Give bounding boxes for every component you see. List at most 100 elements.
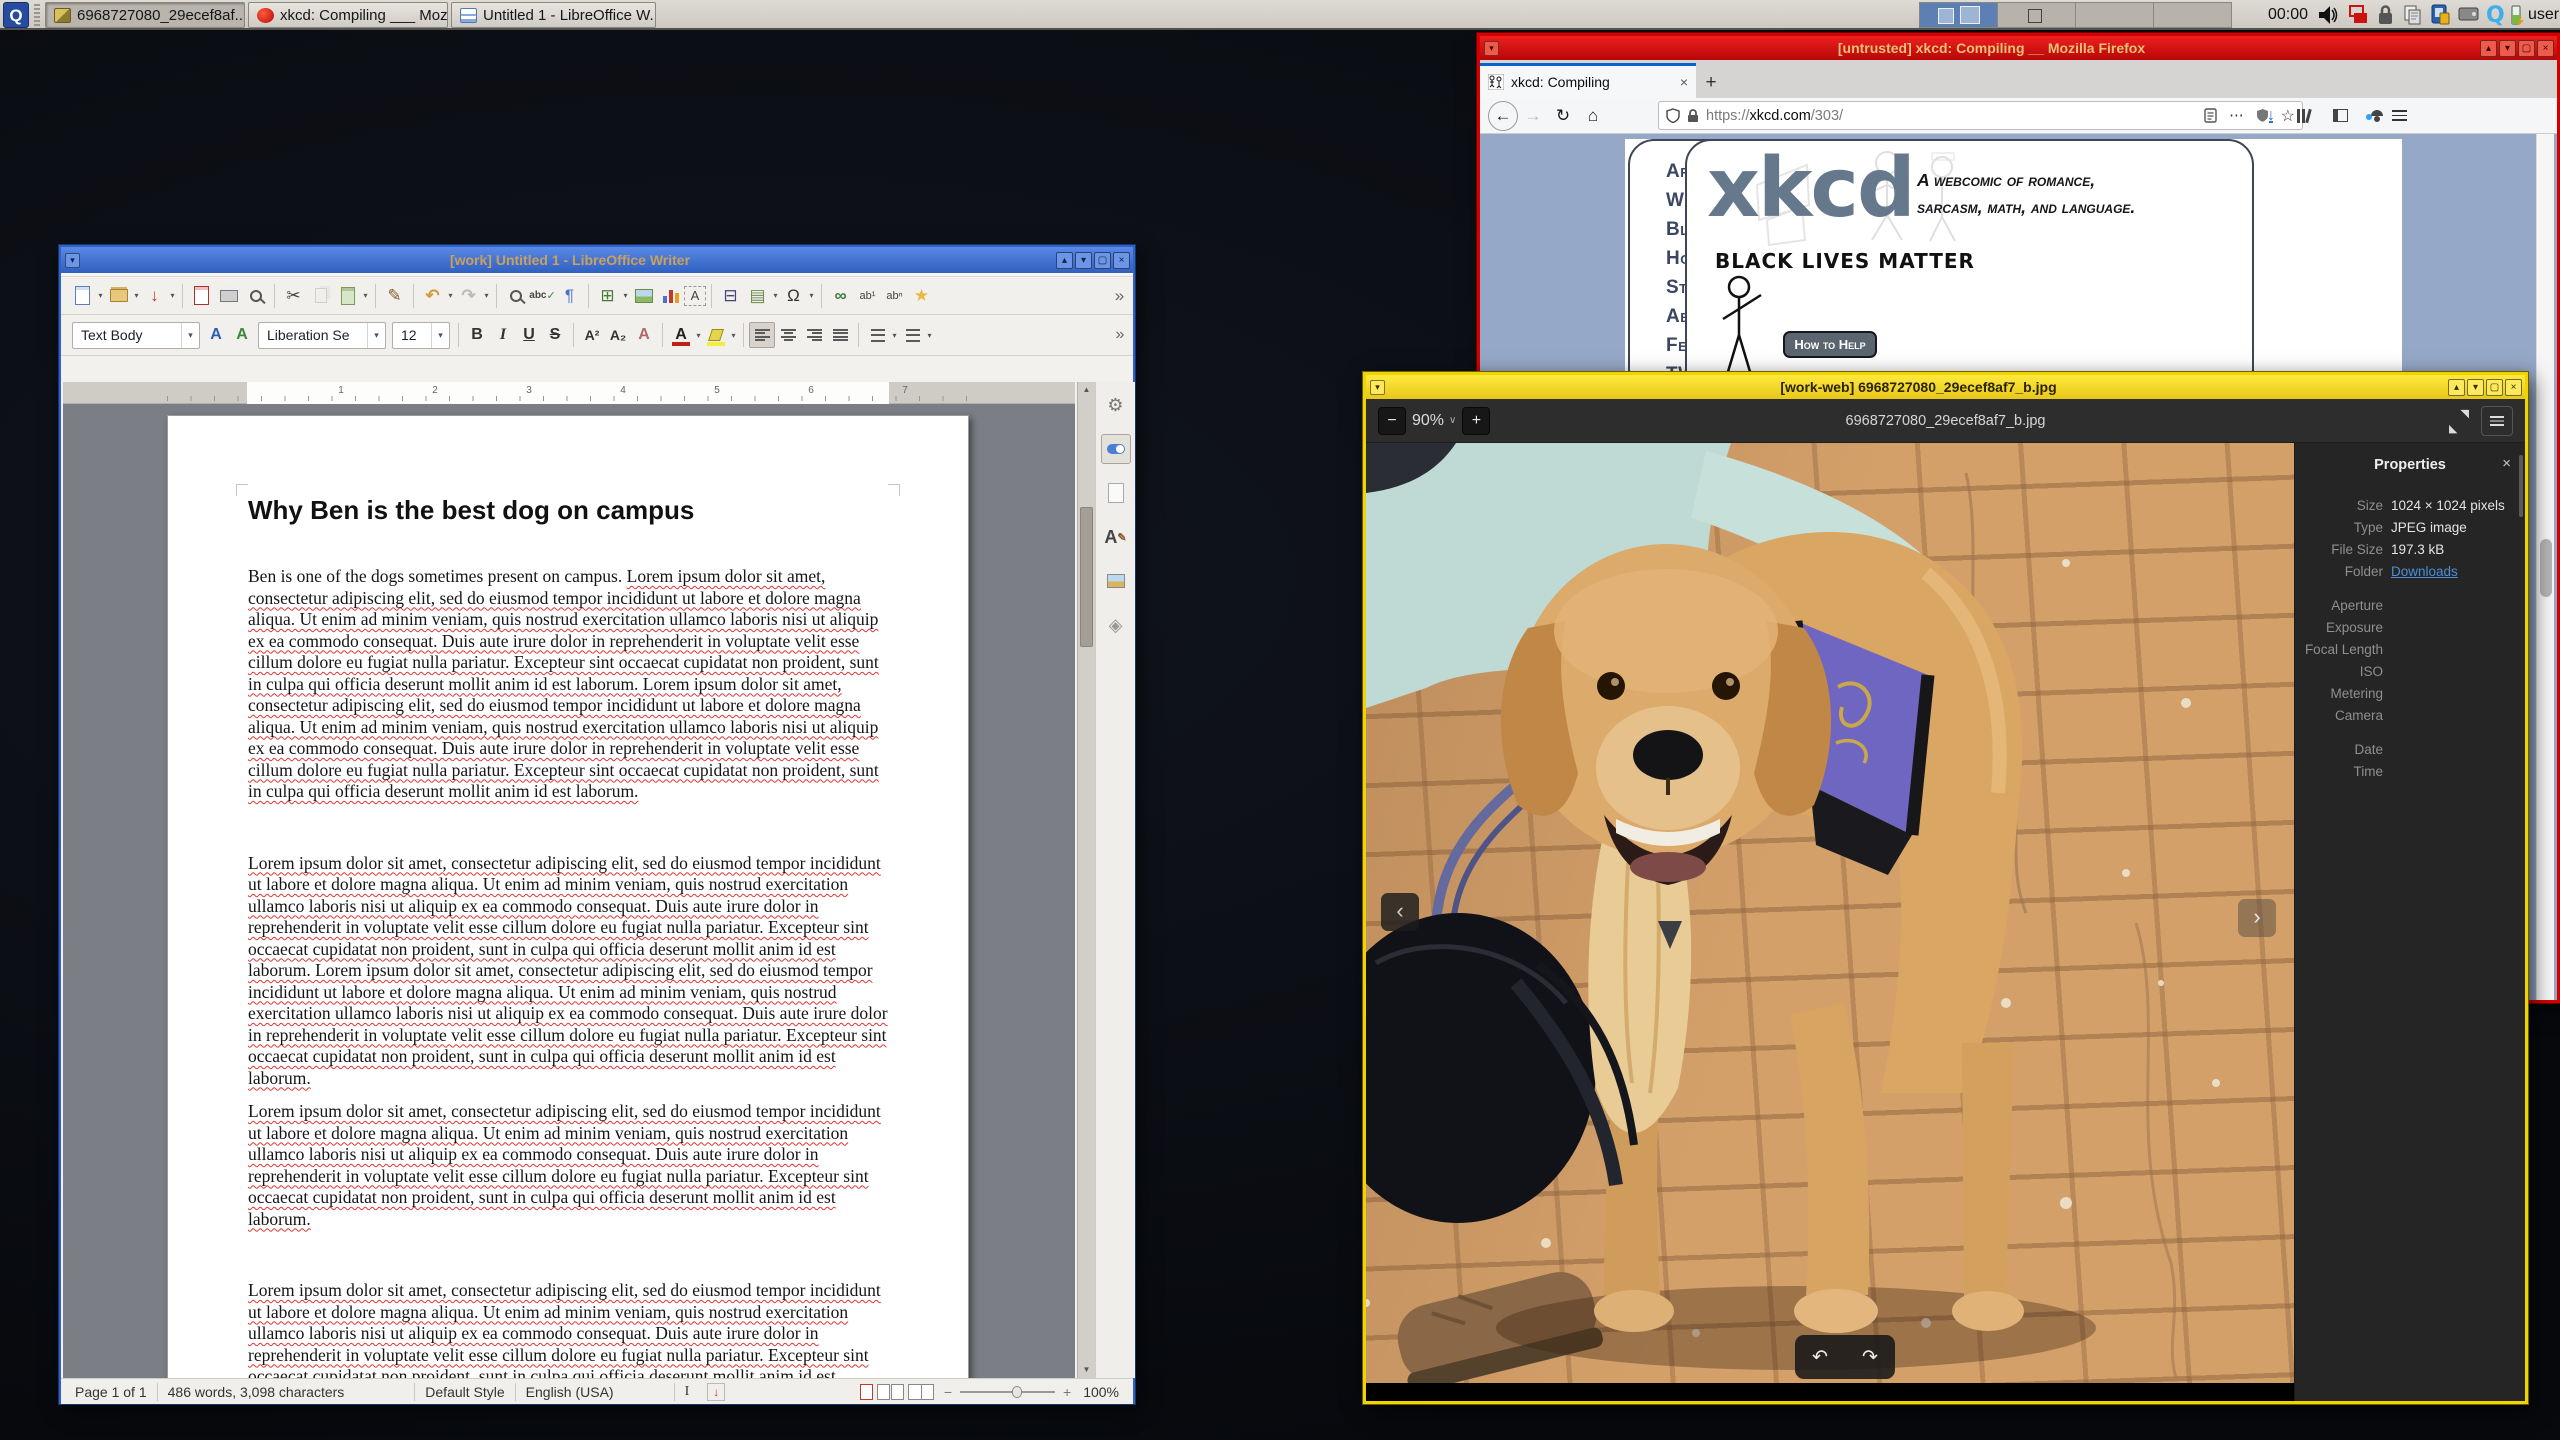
viewer-menu-button[interactable] (2481, 405, 2513, 436)
numbered-list-button[interactable] (899, 322, 925, 348)
home-button[interactable]: ⌂ (1578, 101, 1608, 131)
sidebar-navigator-icon[interactable]: ◈ (1101, 610, 1131, 640)
font-name-combo[interactable]: Liberation Se ▾ (258, 321, 386, 349)
page-count[interactable]: Page 1 of 1 (75, 1384, 147, 1400)
hyperlink-button[interactable]: ∞ (827, 282, 854, 310)
downloads-link[interactable]: Downloads (2391, 561, 2458, 583)
firefox-titlebar[interactable]: ▾ [untrusted] xkcd: Compiling __ Mozilla… (1480, 36, 2557, 60)
word-count[interactable]: 486 words, 3,098 characters (168, 1384, 345, 1400)
single-page-view-icon[interactable] (859, 1383, 873, 1400)
text-language[interactable]: English (USA) (526, 1384, 614, 1400)
maximize-button[interactable]: ▢ (2486, 378, 2503, 396)
reload-button[interactable]: ↻ (1548, 101, 1578, 131)
justify-button[interactable] (827, 322, 853, 348)
window-menu-icon[interactable]: ▾ (1370, 379, 1385, 395)
align-center-button[interactable] (775, 322, 801, 348)
new-document-button[interactable] (69, 282, 96, 310)
url-bar[interactable]: https://xkcd.com/303/ ⋯ ☆ (1658, 101, 2303, 130)
insert-mode-indicator[interactable]: I (685, 1384, 690, 1400)
hamburger-menu-icon[interactable] (2392, 110, 2407, 121)
page-style[interactable]: Default Style (425, 1384, 504, 1400)
sidebars-icon[interactable] (2333, 109, 2348, 122)
workspace-4[interactable] (2153, 2, 2232, 28)
taskbar-window-libreoffice[interactable]: Untitled 1 - LibreOffice W... (451, 2, 656, 28)
taskbar-window-firefox[interactable]: xkcd: Compiling ___ Moz... (248, 2, 448, 28)
export-pdf-button[interactable] (188, 282, 215, 310)
close-button[interactable]: × (2537, 39, 2554, 57)
save-button[interactable]: ↓ (141, 282, 168, 310)
how-to-help-button[interactable]: How to Help (1783, 331, 1877, 358)
open-button[interactable] (105, 282, 132, 310)
photo-dog[interactable]: ‹ › ↶ ↷ (1366, 443, 2294, 1383)
firefox-scrollbar[interactable] (2536, 134, 2554, 1000)
print-preview-button[interactable] (242, 282, 269, 310)
shade-button[interactable]: ▴ (2480, 39, 2497, 57)
undo-button[interactable]: ↶ (419, 282, 446, 310)
clock[interactable]: 00:00 (2268, 0, 2308, 30)
downloads-icon[interactable]: ↓ (2267, 107, 2275, 125)
rotate-left-button[interactable]: ↶ (1812, 1346, 1828, 1369)
bullet-list-button[interactable] (864, 322, 890, 348)
align-left-button[interactable] (749, 322, 775, 348)
fullscreen-icon[interactable] (2449, 407, 2469, 435)
workspace-2[interactable] (1997, 2, 2076, 28)
page-actions-icon[interactable]: ⋯ (2229, 108, 2244, 124)
insert-chart-button[interactable] (657, 282, 684, 310)
zoom-level-dropdown[interactable]: 90% ∨ (1412, 412, 1456, 430)
scrollbar-thumb[interactable] (2540, 539, 2552, 597)
sidebar-settings-gear-icon[interactable]: ⚙ (1101, 390, 1131, 420)
tab-close-icon[interactable]: × (1680, 74, 1688, 90)
clear-formatting-button[interactable]: A (631, 322, 657, 348)
underline-button[interactable]: U (516, 322, 542, 348)
horizontal-ruler[interactable]: 1 2 3 4 5 6 7 (63, 382, 1075, 404)
highlight-color-button[interactable] (703, 322, 729, 348)
viewer-titlebar[interactable]: ▾ [work-web] 6968727080_29ecef8af7_b.jpg… (1366, 375, 2525, 399)
workspace-1[interactable] (1919, 2, 1998, 28)
insert-textbox-button[interactable]: A (684, 285, 706, 306)
volume-icon[interactable] (2318, 5, 2340, 25)
battery-icon[interactable] (2508, 3, 2524, 27)
unsaved-changes-icon[interactable]: ↓ (707, 1382, 726, 1401)
writer-titlebar[interactable]: ▾ [work] Untitled 1 - LibreOffice Writer… (61, 247, 1133, 273)
zoom-percent[interactable]: 100% (1083, 1384, 1119, 1400)
scroll-down-icon[interactable]: ▼ (1078, 1362, 1095, 1378)
align-right-button[interactable] (801, 322, 827, 348)
forward-button[interactable]: → (1518, 101, 1548, 131)
clone-formatting-button[interactable]: ✎ (381, 282, 408, 310)
sidebar-page-icon[interactable] (1101, 478, 1131, 508)
properties-close-icon[interactable]: × (2502, 455, 2511, 472)
insert-table-button[interactable]: ⊞ (594, 282, 621, 310)
sidebar-gallery-icon[interactable] (1101, 566, 1131, 596)
subscript-button[interactable]: A₂ (605, 322, 631, 348)
keyboard-lock-icon[interactable] (2376, 3, 2396, 27)
minimize-button[interactable]: ▾ (2499, 39, 2516, 57)
clipboard-icon[interactable] (2402, 4, 2424, 26)
previous-image-button[interactable]: ‹ (1381, 893, 1419, 931)
footnote-button[interactable]: ab¹ (854, 282, 881, 310)
qubes-launcher-button[interactable]: Q (3, 2, 29, 28)
document-scrollbar[interactable]: ▲ ▼ (1077, 382, 1095, 1378)
scrollbar-thumb[interactable] (1080, 507, 1093, 647)
maximize-button[interactable]: ▢ (1094, 251, 1111, 269)
reader-view-icon[interactable] (2204, 108, 2217, 123)
page-break-button[interactable]: ⊟ (717, 282, 744, 310)
window-menu-icon[interactable]: ▾ (65, 252, 80, 268)
minimize-button[interactable]: ▾ (1075, 251, 1092, 269)
zoom-in-button[interactable]: + (1462, 406, 1491, 435)
paste-button[interactable] (334, 282, 361, 310)
taskbar-window-image-viewer[interactable]: 6968727080_29ecef8af... (45, 2, 245, 28)
rotate-right-button[interactable]: ↷ (1862, 1346, 1878, 1369)
window-menu-icon[interactable]: ▾ (1484, 40, 1499, 56)
xkcd-logo[interactable]: xkcd (1707, 141, 1916, 236)
next-image-button[interactable]: › (2238, 899, 2276, 937)
disk-icon[interactable] (2458, 5, 2480, 23)
redo-button[interactable]: ↷ (455, 282, 482, 310)
strikethrough-button[interactable]: S (542, 322, 568, 348)
special-character-button[interactable]: Ω (780, 282, 807, 310)
zoom-in-icon[interactable]: + (1063, 1384, 1071, 1400)
copy-button[interactable] (307, 282, 334, 310)
library-icon[interactable] (2297, 108, 2312, 123)
zoom-slider[interactable] (960, 1385, 1055, 1398)
new-style-icon[interactable]: A (229, 322, 255, 348)
qubes-update-icon[interactable]: Q (2484, 2, 2508, 28)
